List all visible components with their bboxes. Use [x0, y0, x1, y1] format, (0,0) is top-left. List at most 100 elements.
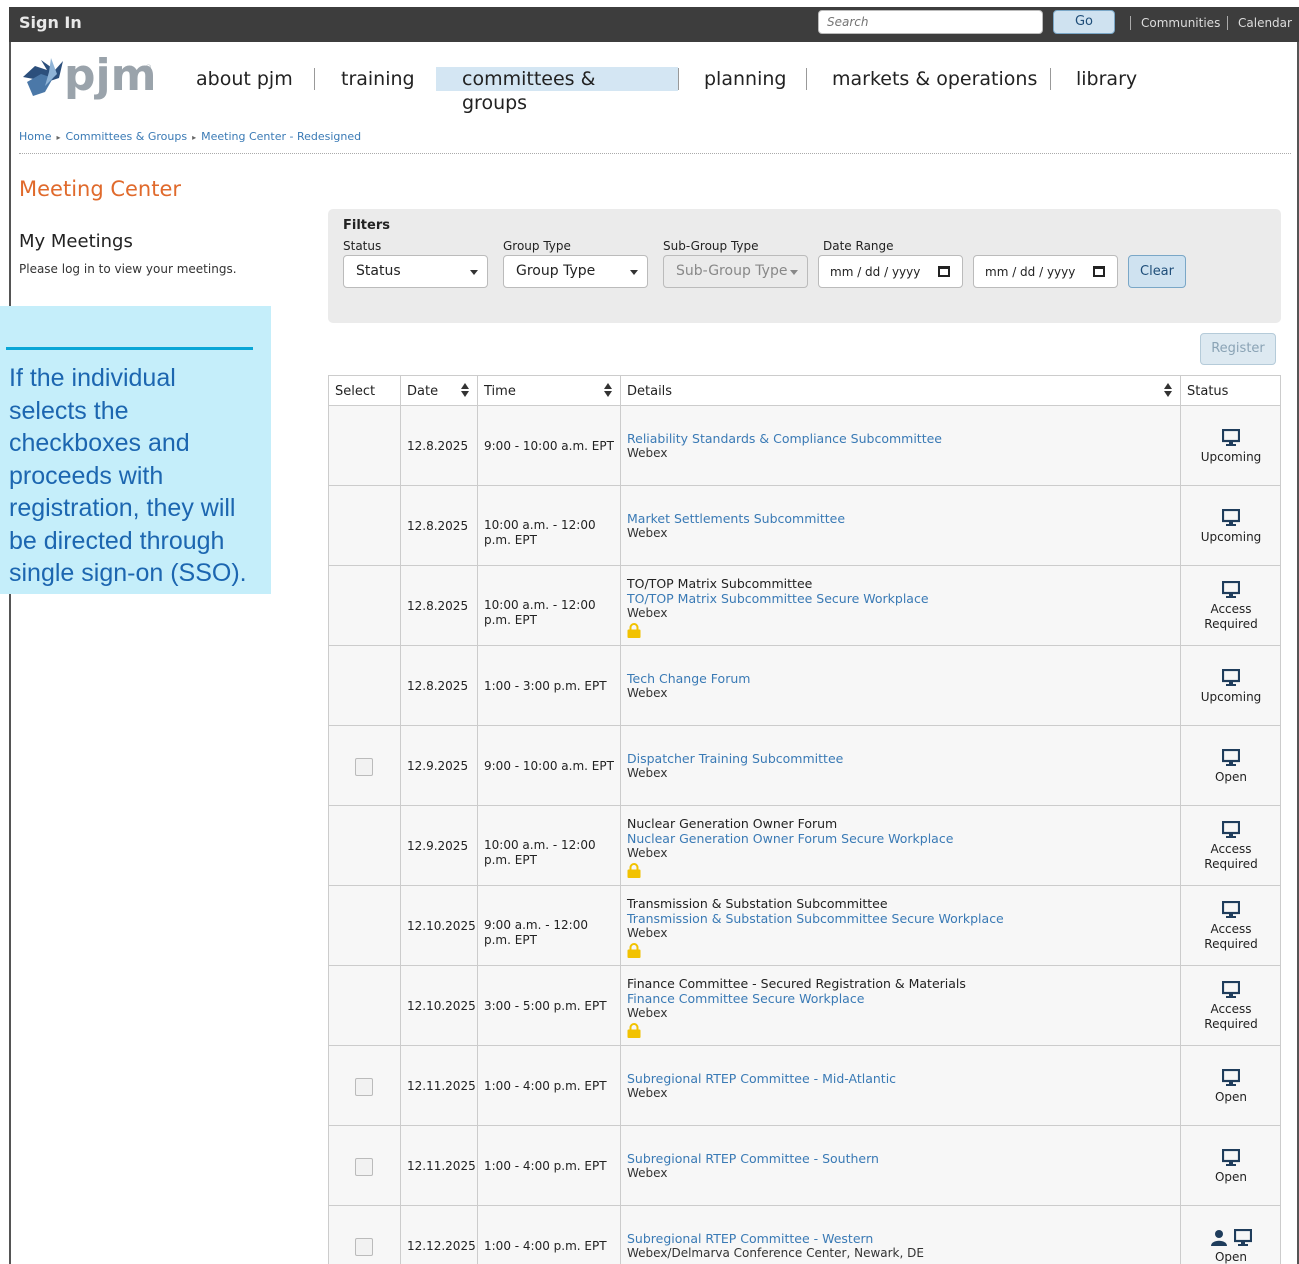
- col-date[interactable]: Date: [401, 376, 478, 406]
- table-row: 12.8.2025 9:00 - 10:00 a.m. EPT Reliabilit…: [329, 406, 1281, 486]
- meeting-link[interactable]: TO/TOP Matrix Subcommittee Secure Workpl…: [627, 591, 929, 606]
- select-cell: [329, 566, 401, 646]
- lock-icon: [627, 623, 641, 638]
- group-type-select[interactable]: Group Type: [503, 255, 648, 288]
- meeting-link[interactable]: Subregional RTEP Committee - Mid-Atlanti…: [627, 1071, 896, 1086]
- meeting-title: Finance Committee - Secured Registration…: [627, 976, 966, 991]
- date-cell: 12.9.2025: [401, 806, 478, 886]
- monitor-icon: [1221, 900, 1241, 918]
- date-cell: 12.10.2025: [401, 886, 478, 966]
- meeting-link[interactable]: Market Settlements Subcommittee: [627, 511, 845, 526]
- date-cell: 12.9.2025: [401, 726, 478, 806]
- select-checkbox[interactable]: [355, 1238, 373, 1256]
- meetings-table: Select Date Time Details Status 12.8.202…: [328, 375, 1281, 1264]
- calendar-link[interactable]: Calendar: [1227, 16, 1292, 30]
- meeting-link[interactable]: Subregional RTEP Committee - Western: [627, 1231, 924, 1246]
- select-cell: [329, 486, 401, 566]
- meeting-link[interactable]: Nuclear Generation Owner Forum Secure Wo…: [627, 831, 953, 846]
- nav-training[interactable]: training: [341, 67, 415, 91]
- calendar-icon[interactable]: [938, 266, 950, 277]
- caret-down-icon: [470, 270, 478, 275]
- meeting-details: Transmission & Substation Subcommittee Tr…: [627, 896, 1004, 958]
- details-cell: Transmission & Substation Subcommittee Tr…: [621, 886, 1181, 966]
- select-checkbox[interactable]: [355, 1158, 373, 1176]
- my-meetings-text: Please log in to view your meetings.: [19, 262, 237, 276]
- time-cell: 3:00 - 5:00 p.m. EPT: [478, 966, 621, 1046]
- breadcrumb-home[interactable]: Home: [19, 130, 51, 143]
- sign-in-link[interactable]: Sign In: [19, 13, 82, 32]
- clear-button[interactable]: Clear: [1128, 255, 1186, 288]
- status-icons: [1181, 900, 1281, 922]
- date-to-value: mm / dd / yyyy: [985, 265, 1076, 279]
- monitor-icon: [1221, 748, 1241, 766]
- meeting-location: Webex/Delmarva Conference Center, Newark…: [627, 1246, 924, 1260]
- search-input[interactable]: [818, 10, 1043, 34]
- meeting-link[interactable]: Dispatcher Training Subcommittee: [627, 751, 843, 766]
- monitor-icon: [1221, 980, 1241, 998]
- select-cell: [329, 726, 401, 806]
- status-label: Access: [1210, 922, 1252, 936]
- select-checkbox[interactable]: [355, 1078, 373, 1096]
- sort-icon[interactable]: [461, 383, 469, 397]
- meeting-link[interactable]: Tech Change Forum: [627, 671, 750, 686]
- caret-down-icon: [630, 270, 638, 275]
- status-label: Open: [1214, 1250, 1248, 1264]
- details-cell: Subregional RTEP Committee - Southern Web…: [621, 1126, 1181, 1206]
- calendar-icon[interactable]: [1093, 266, 1105, 277]
- nav-planning[interactable]: planning: [704, 67, 786, 91]
- status-icons: [1181, 1228, 1281, 1250]
- status-label: Required: [1204, 617, 1258, 631]
- meeting-date: 12.8.2025: [407, 439, 469, 453]
- meeting-status: Access Required: [1181, 580, 1281, 632]
- meeting-time-line: 3:00 - 5:00 p.m. EPT: [484, 999, 607, 1013]
- sort-icon[interactable]: [1164, 383, 1172, 397]
- nav-library[interactable]: library: [1076, 67, 1137, 91]
- register-button[interactable]: Register: [1200, 333, 1276, 365]
- lock-icon: [627, 863, 641, 878]
- meeting-link[interactable]: Subregional RTEP Committee - Southern: [627, 1151, 879, 1166]
- status-filter-select[interactable]: Status: [343, 255, 488, 288]
- lock-icon: [627, 943, 641, 958]
- col-status: Status: [1181, 376, 1281, 406]
- communities-link[interactable]: Communities: [1130, 16, 1220, 30]
- meeting-time: 10:00 a.m. - 12:00 p.m. EPT: [484, 598, 614, 628]
- sub-group-type-select[interactable]: Sub-Group Type: [663, 255, 808, 288]
- meeting-time: 10:00 a.m. - 12:00 p.m. EPT: [484, 838, 614, 868]
- table-row: 12.10.2025 3:00 - 5:00 p.m. EPT Finance Co…: [329, 966, 1281, 1046]
- meeting-status: Upcoming: [1181, 428, 1281, 465]
- details-cell: Nuclear Generation Owner Forum Nuclear Ge…: [621, 806, 1181, 886]
- meeting-link[interactable]: Finance Committee Secure Workplace: [627, 991, 966, 1006]
- meeting-time: 9:00 a.m. - 12:00 p.m. EPT: [484, 918, 614, 948]
- meeting-details: Tech Change Forum Webex: [627, 671, 750, 701]
- date-cell: 12.8.2025: [401, 406, 478, 486]
- meeting-status: Access Required: [1181, 980, 1281, 1032]
- nav-markets-operations[interactable]: markets & operations: [832, 67, 1037, 91]
- date-cell: 12.8.2025: [401, 646, 478, 726]
- status-label: Access: [1210, 1002, 1252, 1016]
- monitor-icon: [1221, 820, 1241, 838]
- date-from-value: mm / dd / yyyy: [830, 265, 921, 279]
- divider: [19, 153, 1291, 154]
- status-filter-value: Status: [356, 263, 401, 279]
- pjm-logo[interactable]: pjm ®: [19, 50, 156, 104]
- select-cell: [329, 966, 401, 1046]
- meeting-link[interactable]: Transmission & Substation Subcommittee S…: [627, 911, 1004, 926]
- breadcrumb-committees[interactable]: Committees & Groups: [66, 130, 188, 143]
- select-checkbox[interactable]: [355, 758, 373, 776]
- meeting-time-line: p.m. EPT: [484, 933, 537, 947]
- go-button[interactable]: Go: [1053, 10, 1115, 34]
- meeting-time-line: 9:00 - 10:00 a.m. EPT: [484, 439, 614, 453]
- meeting-details: Nuclear Generation Owner Forum Nuclear Ge…: [627, 816, 953, 878]
- sort-icon[interactable]: [604, 383, 612, 397]
- breadcrumb-meeting-center[interactable]: Meeting Center - Redesigned: [201, 130, 361, 143]
- date-to-input[interactable]: mm / dd / yyyy: [973, 255, 1118, 288]
- nav-about-pjm[interactable]: about pjm: [196, 67, 293, 91]
- nav-committees-groups[interactable]: committees & groups: [436, 67, 678, 114]
- meeting-link[interactable]: Reliability Standards & Compliance Subco…: [627, 431, 942, 446]
- date-from-input[interactable]: mm / dd / yyyy: [818, 255, 963, 288]
- breadcrumb-arrow-icon: ▸: [56, 133, 61, 142]
- meeting-time: 9:00 - 10:00 a.m. EPT: [484, 759, 614, 774]
- meeting-date: 12.12.2025: [407, 1239, 476, 1253]
- col-details[interactable]: Details: [621, 376, 1181, 406]
- col-time[interactable]: Time: [478, 376, 621, 406]
